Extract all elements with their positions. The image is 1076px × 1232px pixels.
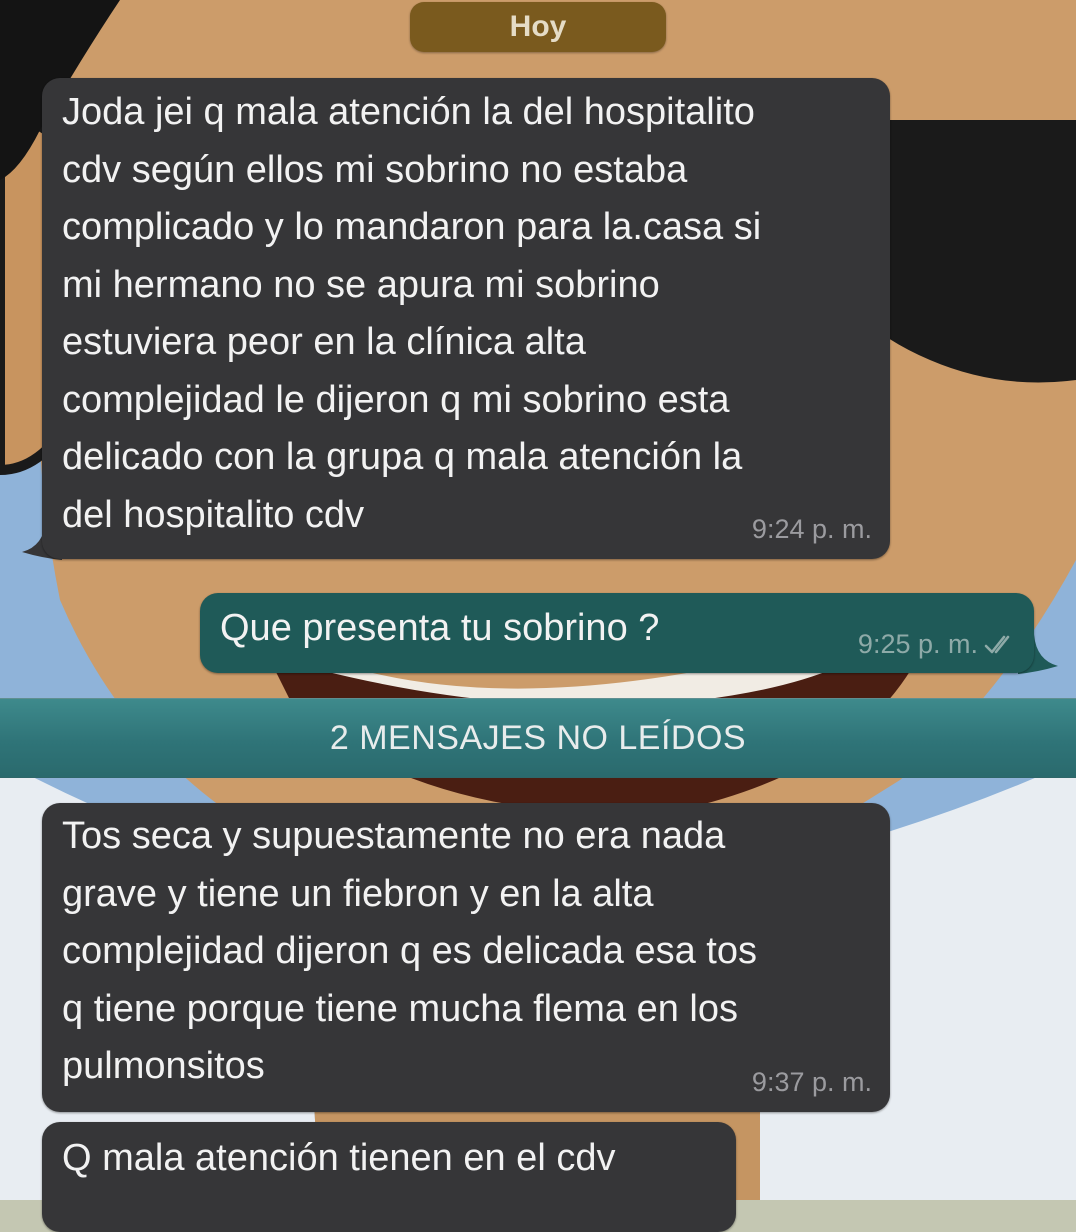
unread-messages-divider: 2 MENSAJES NO LEÍDOS: [0, 698, 1076, 778]
message-time: 9:24 p. m.: [751, 514, 872, 544]
message-time-status: 9:25 p. m.: [858, 629, 1018, 660]
message-time: 9:25 p. m.: [857, 629, 978, 659]
message-text: Tos seca y supuestamente no era nada gra…: [62, 815, 757, 1087]
message-bubble-incoming[interactable]: Tos seca y supuestamente no era nada gra…: [42, 803, 890, 1112]
message-bubble-outgoing[interactable]: Que presenta tu sobrino ? 9:25 p. m.: [200, 593, 1034, 673]
double-check-icon: [984, 629, 1018, 659]
message-text: Joda jei q mala atención la del hospital…: [62, 91, 762, 536]
date-separator: Hoy: [410, 2, 666, 52]
message-bubble-incoming[interactable]: Q mala atención tienen en el cdv: [42, 1122, 736, 1232]
message-bubble-incoming[interactable]: Joda jei q mala atención la del hospital…: [42, 78, 890, 559]
message-time: 9:37 p. m.: [751, 1067, 872, 1097]
message-text: Q mala atención tienen en el cdv: [62, 1137, 616, 1179]
message-text: Que presenta tu sobrino ?: [220, 607, 660, 649]
